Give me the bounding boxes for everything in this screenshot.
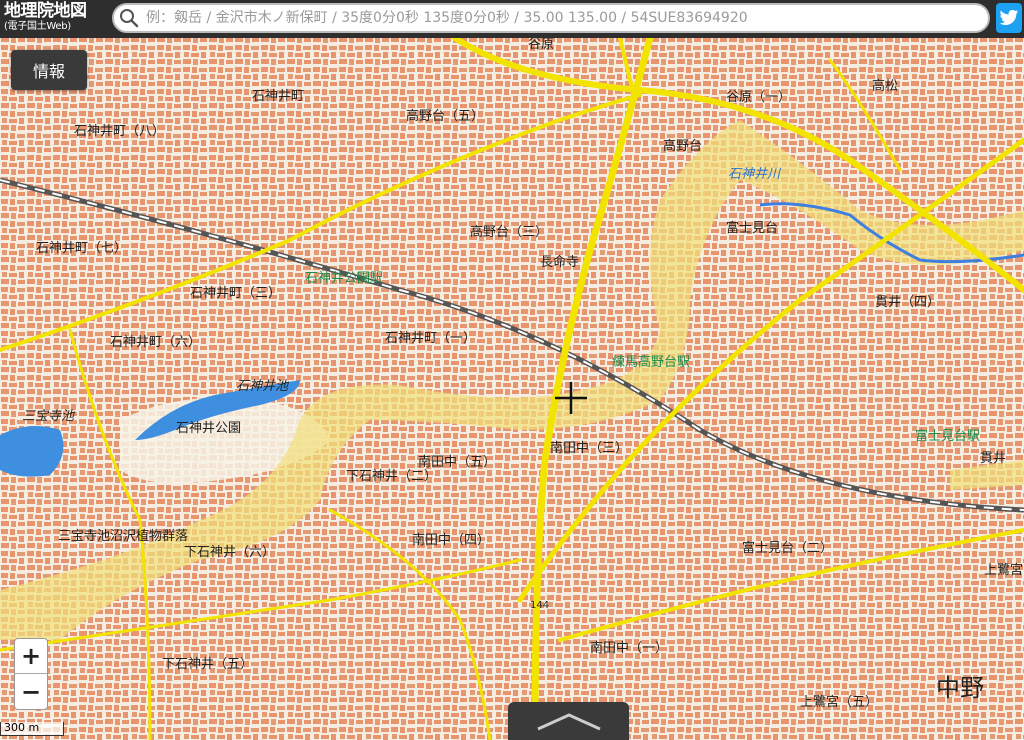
map-label: 高野台 (663, 138, 702, 154)
search-box[interactable] (112, 3, 990, 33)
map-label: 石神井町（七） (36, 241, 127, 256)
zoom-out-button[interactable]: − (15, 674, 47, 709)
map-label: 南田中（四） (412, 532, 490, 548)
app-title: 地理院地図 (4, 1, 87, 21)
station-label: 富士見台駅 (915, 428, 980, 444)
map-label: 下石神井（六） (184, 545, 275, 560)
map-label: 石神井町（六） (110, 335, 201, 350)
map-label: 石神井町（一） (385, 331, 476, 346)
pond-label: 三宝寺池 (22, 408, 76, 424)
app-subtitle: (電子国土Web) (4, 21, 71, 32)
map-label: 貫井（四） (875, 295, 940, 310)
map-label: 石神井町（三） (190, 286, 281, 301)
elevation-label: 144 (530, 600, 549, 611)
ward-label: 中野 (936, 674, 984, 702)
map-label: 石神井町 (252, 89, 304, 104)
zoom-control: + − (14, 638, 48, 710)
map-label: 高野台（三） (470, 224, 548, 240)
map-label: 下石神井（二） (346, 469, 437, 484)
map-canvas[interactable]: 谷原 谷原（一） 高松 石神井町（八） 石神井町 高野台（五） 高野台 石神井川… (0, 38, 1024, 740)
map-label: 高野台（五） (406, 108, 484, 124)
map-label: 富士見台（二） (742, 540, 833, 556)
magnifier-icon[interactable] (114, 5, 144, 31)
map-label: 谷原（一） (726, 90, 791, 105)
chevron-up-icon (536, 713, 601, 731)
app-logo[interactable]: 地理院地図 (電子国土Web) (0, 0, 108, 38)
station-label: 練馬高野台駅 (612, 354, 690, 370)
header-bar: 地理院地図 (電子国土Web) (0, 0, 1024, 38)
map-label: 南田中（五） (418, 454, 496, 470)
map-label: 谷原 (528, 38, 554, 52)
sanpoji-pond (0, 426, 64, 477)
map-label: 南田中（三） (550, 440, 628, 456)
map-app: 地理院地図 (電子国土Web) 例：剱岳 / 金沢市木ノ新保町 / 35度0分0… (0, 0, 1024, 740)
map-label: 長命寺 (540, 254, 579, 270)
twitter-button[interactable] (996, 3, 1022, 33)
map-label: 石神井公園 (176, 421, 241, 436)
map-label: 高松 (872, 78, 898, 94)
map-label: 上鷺宮 (984, 562, 1023, 578)
map-label: 貫井 (980, 451, 1006, 466)
zoom-in-button[interactable]: + (15, 639, 47, 674)
pond-label: 石神井池 (236, 379, 290, 394)
map-label: 三宝寺池沼沢植物群落 (58, 529, 188, 544)
twitter-bird-icon (999, 9, 1019, 25)
river-label: 石神井川 (728, 167, 782, 182)
crosshair-icon (555, 382, 587, 414)
map-label: 南田中（一） (590, 640, 668, 656)
map-label: 富士見台 (726, 220, 778, 236)
scale-bar: 300 m (0, 722, 64, 736)
map-label: 上鷺宮（五） (800, 694, 878, 710)
map-label: 石神井町（八） (74, 124, 165, 139)
station-label: 石神井公園駅 (305, 271, 383, 286)
bottom-panel-handle[interactable] (508, 702, 629, 740)
info-button[interactable]: 情報 (11, 50, 87, 90)
map-label: 下石神井（五） (162, 657, 253, 672)
search-input[interactable] (144, 5, 988, 31)
